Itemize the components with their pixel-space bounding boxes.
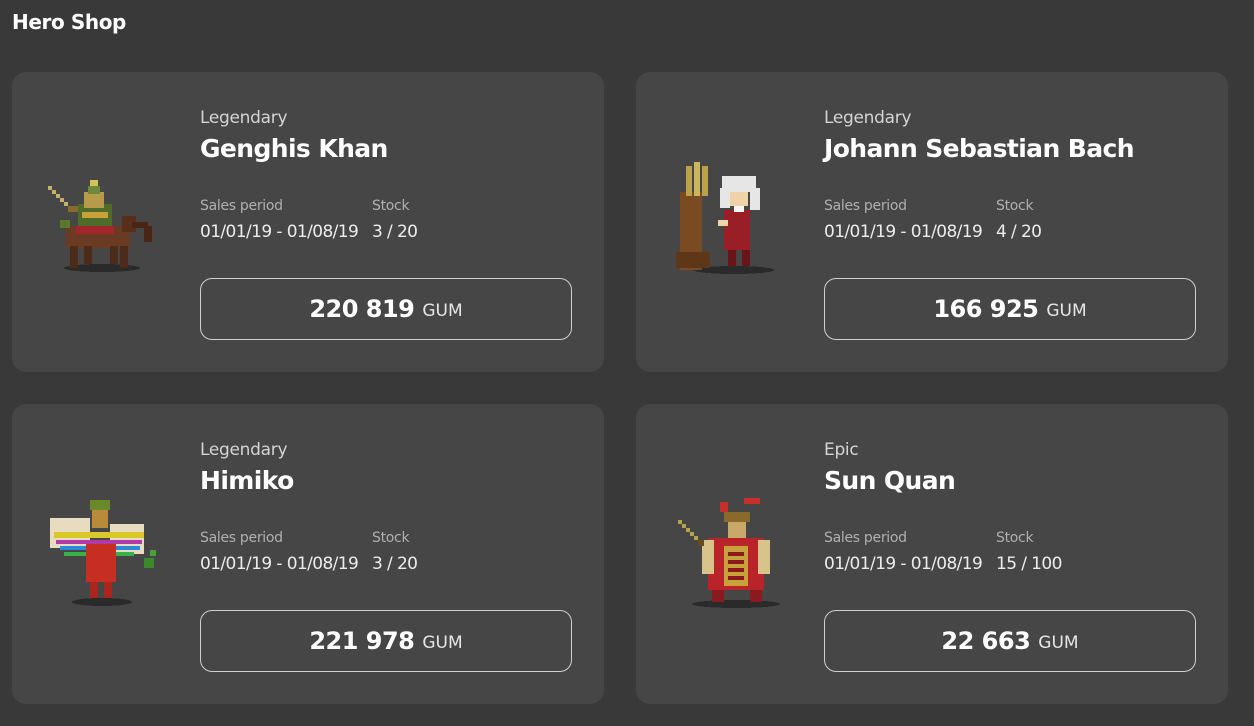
sales-period-value: 01/01/19 - 01/08/19 (200, 222, 359, 242)
sales-period-label: Sales period (200, 530, 283, 546)
bach-sprite-icon (664, 152, 794, 282)
price-currency: GUM (1046, 301, 1087, 321)
hero-name: Genghis Khan (200, 134, 388, 163)
price-amount: 221 978 (309, 627, 415, 655)
hero-rarity: Legendary (200, 108, 288, 128)
hero-name: Himiko (200, 466, 294, 495)
himiko-sprite-icon (40, 484, 170, 614)
price-currency: GUM (422, 633, 463, 653)
stock-label: Stock (996, 198, 1034, 214)
sun-quan-sprite-icon (664, 484, 794, 614)
stock-value: 3 / 20 (372, 222, 418, 242)
stock-label: Stock (996, 530, 1034, 546)
sales-period-value: 01/01/19 - 01/08/19 (824, 554, 983, 574)
hero-name: Sun Quan (824, 466, 956, 495)
sales-period-value: 01/01/19 - 01/08/19 (200, 554, 359, 574)
stock-value: 3 / 20 (372, 554, 418, 574)
buy-button[interactable]: 220 819 GUM (200, 278, 572, 340)
hero-card[interactable]: Legendary Johann Sebastian Bach Sales pe… (636, 72, 1228, 372)
hero-card[interactable]: Legendary Genghis Khan Sales period 01/0… (12, 72, 604, 372)
sales-period-label: Sales period (824, 530, 907, 546)
stock-label: Stock (372, 198, 410, 214)
hero-name: Johann Sebastian Bach (824, 134, 1134, 163)
price-amount: 166 925 (933, 295, 1039, 323)
buy-button[interactable]: 22 663 GUM (824, 610, 1196, 672)
stock-value: 4 / 20 (996, 222, 1042, 242)
sales-period-label: Sales period (200, 198, 283, 214)
hero-card[interactable]: Epic Sun Quan Sales period 01/01/19 - 01… (636, 404, 1228, 704)
hero-grid: Legendary Genghis Khan Sales period 01/0… (12, 72, 1228, 704)
sales-period-value: 01/01/19 - 01/08/19 (824, 222, 983, 242)
stock-label: Stock (372, 530, 410, 546)
stock-value: 15 / 100 (996, 554, 1062, 574)
price-amount: 22 663 (941, 627, 1031, 655)
price-currency: GUM (422, 301, 463, 321)
buy-button[interactable]: 221 978 GUM (200, 610, 572, 672)
buy-button[interactable]: 166 925 GUM (824, 278, 1196, 340)
hero-card[interactable]: Legendary Himiko Sales period 01/01/19 -… (12, 404, 604, 704)
price-currency: GUM (1038, 633, 1079, 653)
genghis-khan-sprite-icon (40, 152, 170, 282)
page-title: Hero Shop (12, 10, 126, 34)
sales-period-label: Sales period (824, 198, 907, 214)
hero-rarity: Legendary (200, 440, 288, 460)
price-amount: 220 819 (309, 295, 415, 323)
hero-rarity: Epic (824, 440, 859, 460)
hero-rarity: Legendary (824, 108, 912, 128)
